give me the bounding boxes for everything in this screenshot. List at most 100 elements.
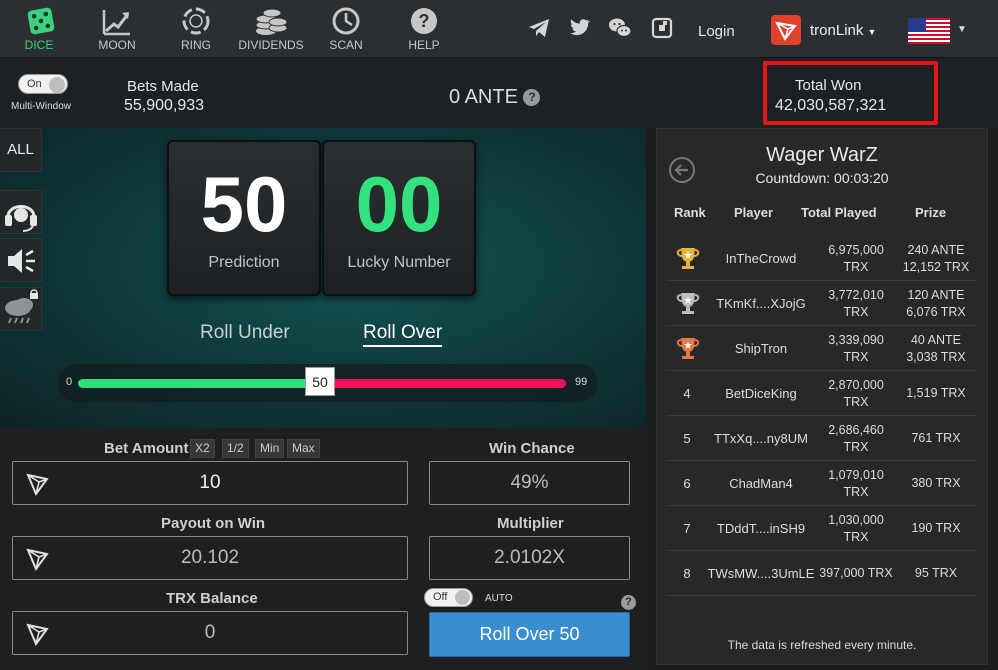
prediction-card: 50 Prediction: [167, 140, 321, 296]
table-row: 4 BetDiceKing 2,870,000 TRX 1,519 TRX: [666, 371, 976, 416]
coins-icon: [255, 8, 288, 35]
moon-chart-icon: [102, 10, 130, 36]
bet-amount-label: Bet Amount: [104, 440, 189, 457]
rank-number: 7: [683, 521, 691, 536]
prize-line-1: 40 ANTE: [910, 333, 962, 347]
auto-toggle[interactable]: Off: [424, 588, 473, 607]
trophy-icon: [676, 293, 700, 314]
column-rank: Rank: [674, 205, 706, 220]
total-played: 3,772,010 TRX: [816, 287, 896, 321]
played-line-2: TRX: [843, 530, 869, 544]
roll-over-button[interactable]: Roll Over 50: [429, 612, 630, 657]
player-name: TDddT....inSH9: [716, 521, 806, 536]
prize: 40 ANTE 3,038 TRX: [896, 332, 976, 366]
prize-line-2: 12,152 TRX: [902, 260, 970, 274]
dice-icon: [27, 7, 55, 35]
rank-number: 8: [683, 566, 691, 581]
rank-number: 6: [683, 476, 691, 491]
payout-label: Payout on Win: [161, 515, 266, 532]
bet-max-button[interactable]: Max: [287, 439, 320, 458]
prize-line-1: 240 ANTE: [907, 243, 965, 257]
nav-moon[interactable]: MOON: [82, 6, 152, 52]
nav-scan[interactable]: SCAN: [311, 6, 381, 52]
prize-line-1: 120 ANTE: [907, 288, 965, 302]
nav-label: DIVIDENDS: [238, 38, 304, 52]
auto-help-icon[interactable]: ?: [621, 594, 636, 612]
prize-line-2: 3,038 TRX: [906, 350, 966, 364]
nav-dice[interactable]: DICE: [4, 6, 74, 52]
table-row: InTheCrowd 6,975,000 TRX 240 ANTE 12,152 TRX: [666, 236, 976, 281]
player-name: ChadMan4: [729, 476, 793, 491]
bet-min-button[interactable]: Min: [255, 439, 285, 458]
column-player: Player: [734, 205, 774, 220]
win-chance-field: 49%: [429, 461, 630, 505]
bet-x2-button[interactable]: X2: [190, 439, 215, 458]
nav-dividends[interactable]: DIVIDENDS: [236, 6, 306, 52]
multi-window-toggle[interactable]: On: [18, 74, 68, 94]
player-name: TTxXq....ny8UM: [714, 431, 808, 446]
wechat-icon[interactable]: [608, 16, 632, 40]
wallet-dropdown[interactable]: tronLink ▼: [810, 22, 876, 39]
sound-button[interactable]: [0, 238, 42, 282]
played-line-1: 1,079,010: [828, 468, 884, 482]
svg-text:?: ?: [419, 11, 430, 31]
bet-amount-input[interactable]: 10: [12, 461, 408, 505]
total-played: 2,686,460 TRX: [816, 422, 896, 456]
total-played: 3,339,090 TRX: [816, 332, 896, 366]
bet-amount-value: 10: [199, 472, 221, 493]
column-prize: Prize: [915, 205, 947, 220]
trophy-icon: [676, 248, 700, 269]
total-played: 6,975,000 TRX: [816, 242, 896, 276]
prediction-slider-handle[interactable]: 50: [305, 367, 335, 396]
nav-label: SCAN: [329, 38, 363, 52]
language-chevron-icon[interactable]: ▼: [957, 24, 967, 35]
table-row: ShipTron 3,339,090 TRX 40 ANTE 3,038 TRX: [666, 326, 976, 371]
ante-help-icon[interactable]: ?: [523, 89, 541, 106]
telegram-icon[interactable]: [527, 16, 551, 40]
chevron-down-icon: ▼: [867, 27, 877, 37]
roll-under-tab[interactable]: Roll Under: [200, 322, 290, 344]
played-line-1: 397,000 TRX: [819, 566, 893, 580]
app-root: DICE MOON RING DIVIDENDS SCAN ? HELP Log…: [0, 0, 998, 670]
total-won-value: 42,030,587,321: [775, 97, 887, 114]
nav-label: DICE: [24, 38, 54, 52]
leaderboard-title: Wager WarZ: [766, 144, 878, 166]
slider-over-range: [322, 379, 566, 388]
side-all-button[interactable]: ALL: [0, 128, 42, 172]
weather-button[interactable]: [0, 287, 42, 331]
nav-label: MOON: [98, 38, 136, 52]
rain-cloud-icon: [5, 289, 38, 324]
played-line-2: TRX: [843, 440, 869, 454]
prize-line-2: 6,076 TRX: [906, 305, 966, 319]
refresh-note: The data is refreshed every minute.: [727, 638, 917, 652]
game-icon[interactable]: [650, 16, 674, 40]
played-line-1: 2,686,460: [828, 423, 884, 437]
support-headset-button[interactable]: [0, 190, 42, 234]
total-played: 2,870,000 TRX: [816, 377, 896, 411]
twitter-icon[interactable]: [567, 16, 591, 40]
login-link[interactable]: Login: [698, 23, 735, 40]
rank-trophy: [666, 281, 708, 326]
trx-icon: [26, 548, 49, 572]
played-line-1: 3,772,010: [828, 288, 884, 302]
bet-half-button[interactable]: 1/2: [222, 439, 249, 458]
prize-line-1: 190 TRX: [911, 521, 961, 535]
player-name: BetDiceKing: [725, 386, 797, 401]
headset-icon: [5, 205, 37, 232]
us-flag-icon[interactable]: [908, 18, 950, 44]
prize-line-1: 761 TRX: [911, 431, 961, 445]
roll-over-tab[interactable]: Roll Over: [363, 322, 443, 347]
help-icon: ?: [411, 8, 437, 34]
nav-help[interactable]: ? HELP: [389, 6, 459, 52]
prize: 1,519 TRX: [896, 385, 976, 402]
prize: 190 TRX: [896, 520, 976, 537]
trx-balance-value: 0: [204, 622, 216, 643]
multiplier-field: 2.0102X: [429, 536, 630, 580]
table-row: 5 TTxXq....ny8UM 2,686,460 TRX 761 TRX: [666, 416, 976, 461]
total-played: 397,000 TRX: [816, 565, 896, 582]
total-played: 1,079,010 TRX: [816, 467, 896, 501]
played-line-2: TRX: [843, 305, 869, 319]
nav-ring[interactable]: RING: [161, 6, 231, 52]
payout-value: 20.102: [180, 547, 240, 568]
toggle-state: On: [27, 78, 42, 90]
